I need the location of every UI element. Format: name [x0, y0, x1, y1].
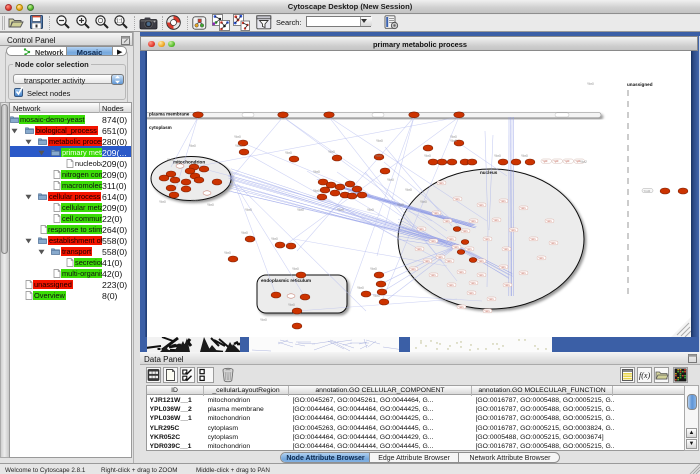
svg-text:Ybr0: Ybr0 — [521, 154, 528, 158]
svg-text:Ybr0: Ybr0 — [159, 200, 166, 204]
svg-text:Ydr1: Ydr1 — [538, 256, 544, 260]
svg-text:mitochondrion: mitochondrion — [173, 160, 205, 165]
svg-text:Ydr1: Ydr1 — [418, 227, 424, 231]
svg-text:Ydr1: Ydr1 — [437, 255, 443, 259]
svg-text:unassigned: unassigned — [627, 82, 653, 87]
svg-text:Ydr1: Ydr1 — [520, 271, 526, 275]
svg-text:Ybr0: Ybr0 — [450, 139, 457, 143]
svg-text:Ybr0: Ybr0 — [424, 154, 431, 158]
svg-text:Ybr0: Ybr0 — [373, 294, 380, 298]
svg-text:Ybr0: Ybr0 — [285, 151, 292, 155]
svg-text:Ydr1: Ydr1 — [504, 283, 510, 287]
svg-text:Ygl0: Ygl0 — [553, 159, 559, 163]
svg-text:Ydr1: Ydr1 — [424, 259, 430, 263]
svg-text:Ybr0: Ybr0 — [260, 318, 267, 322]
svg-text:Ydr1: Ydr1 — [493, 218, 499, 222]
svg-text:Ybr0: Ybr0 — [587, 82, 594, 86]
svg-text:endoplasmic reticulum: endoplasmic reticulum — [261, 278, 311, 283]
svg-text:Ybr0: Ybr0 — [297, 208, 304, 212]
svg-text:Ydr1: Ydr1 — [550, 241, 556, 245]
svg-text:Ybr0: Ybr0 — [271, 237, 278, 241]
svg-text:Ybr2: Ybr2 — [580, 160, 587, 164]
svg-text:Ybr0: Ybr0 — [337, 208, 344, 212]
svg-text:Ydr1: Ydr1 — [470, 281, 476, 285]
svg-text:Ydr1: Ydr1 — [500, 199, 506, 203]
svg-text:Ydr1: Ydr1 — [530, 237, 536, 241]
svg-text:Ygl0: Ygl0 — [542, 159, 548, 163]
svg-text:Ydr1: Ydr1 — [520, 206, 526, 210]
svg-text:Ybr0: Ybr0 — [191, 199, 198, 203]
svg-text:Ydr1: Ydr1 — [448, 283, 454, 287]
svg-text:Ydr1: Ydr1 — [478, 273, 484, 277]
svg-text:Ydr1: Ydr1 — [444, 219, 450, 223]
svg-text:f(x): f(x) — [639, 371, 650, 380]
svg-text:Ydr1: Ydr1 — [466, 247, 472, 251]
svg-text:Ydr1: Ydr1 — [438, 181, 444, 185]
svg-text:Ydr1: Ydr1 — [484, 309, 490, 313]
svg-text:Ybr0: Ybr0 — [367, 208, 374, 212]
svg-text:Ydr1: Ydr1 — [458, 270, 464, 274]
svg-text:Ybr0: Ybr0 — [245, 208, 252, 212]
svg-text:Ydr1: Ydr1 — [433, 211, 439, 215]
svg-text:nucleus: nucleus — [480, 170, 498, 175]
svg-text:Ybr0: Ybr0 — [357, 286, 364, 290]
svg-text:Ydr1: Ydr1 — [454, 197, 460, 201]
svg-text:Ybr0: Ybr0 — [288, 303, 295, 307]
svg-text:Ybr0: Ybr0 — [494, 154, 501, 158]
svg-text:Ydr1: Ydr1 — [488, 297, 494, 301]
svg-text:Ydr1: Ydr1 — [478, 259, 484, 263]
svg-text:plasma membrane: plasma membrane — [149, 112, 190, 117]
svg-text:Ybr0: Ybr0 — [235, 144, 242, 148]
svg-text:Ybr0: Ybr0 — [405, 188, 412, 192]
svg-text:Ybr0: Ybr0 — [167, 158, 174, 162]
svg-text:Ybr0: Ybr0 — [207, 203, 214, 207]
svg-text:1:1: 1:1 — [116, 19, 123, 25]
svg-text:Ybr0: Ybr0 — [370, 267, 377, 271]
svg-text:Ydr1: Ydr1 — [458, 305, 464, 309]
svg-text:Ydr1: Ydr1 — [430, 239, 436, 243]
svg-text:Ybr0: Ybr0 — [420, 200, 427, 204]
svg-text:cytoplasm: cytoplasm — [149, 125, 172, 130]
svg-text:Ybr0: Ybr0 — [241, 231, 248, 235]
svg-text:Ydr1: Ydr1 — [470, 219, 476, 223]
svg-text:Ydr1: Ydr1 — [500, 265, 506, 269]
svg-text:Ydr1: Ydr1 — [453, 245, 459, 249]
svg-text:Ybr0: Ybr0 — [376, 139, 383, 143]
svg-text:Ymr0: Ymr0 — [644, 189, 651, 193]
svg-text:Ybr0: Ybr0 — [313, 189, 320, 193]
svg-text:Ybr0: Ybr0 — [292, 267, 299, 271]
svg-text:Ygl0: Ygl0 — [564, 159, 570, 163]
svg-text:Ybr0: Ybr0 — [189, 144, 196, 148]
svg-text:Ydr1: Ydr1 — [430, 273, 436, 277]
svg-text:Ybr0: Ybr0 — [328, 150, 335, 154]
svg-text:Ydr1: Ydr1 — [468, 291, 474, 295]
svg-text:Ybr0: Ybr0 — [313, 170, 320, 174]
svg-text:Ydr1: Ydr1 — [448, 237, 454, 241]
svg-text:Ydr1: Ydr1 — [546, 219, 552, 223]
svg-text:Ybr0: Ybr0 — [224, 251, 231, 255]
svg-text:Ydr1: Ydr1 — [484, 237, 490, 241]
svg-text:Ybr0: Ybr0 — [375, 154, 382, 158]
svg-text:Ydr1: Ydr1 — [410, 267, 416, 271]
svg-text:Ydr1: Ydr1 — [462, 229, 468, 233]
svg-text:Ydr1: Ydr1 — [416, 247, 422, 251]
svg-text:Ydr1: Ydr1 — [503, 247, 509, 251]
svg-text:Ydr1: Ydr1 — [510, 228, 516, 232]
svg-text:Ybr0: Ybr0 — [234, 135, 241, 139]
svg-text:Ydr1: Ydr1 — [446, 259, 452, 263]
svg-text:Ybr0: Ybr0 — [387, 178, 394, 182]
svg-text:Ybr0: Ybr0 — [397, 203, 404, 207]
svg-text:Ydr1: Ydr1 — [478, 203, 484, 207]
